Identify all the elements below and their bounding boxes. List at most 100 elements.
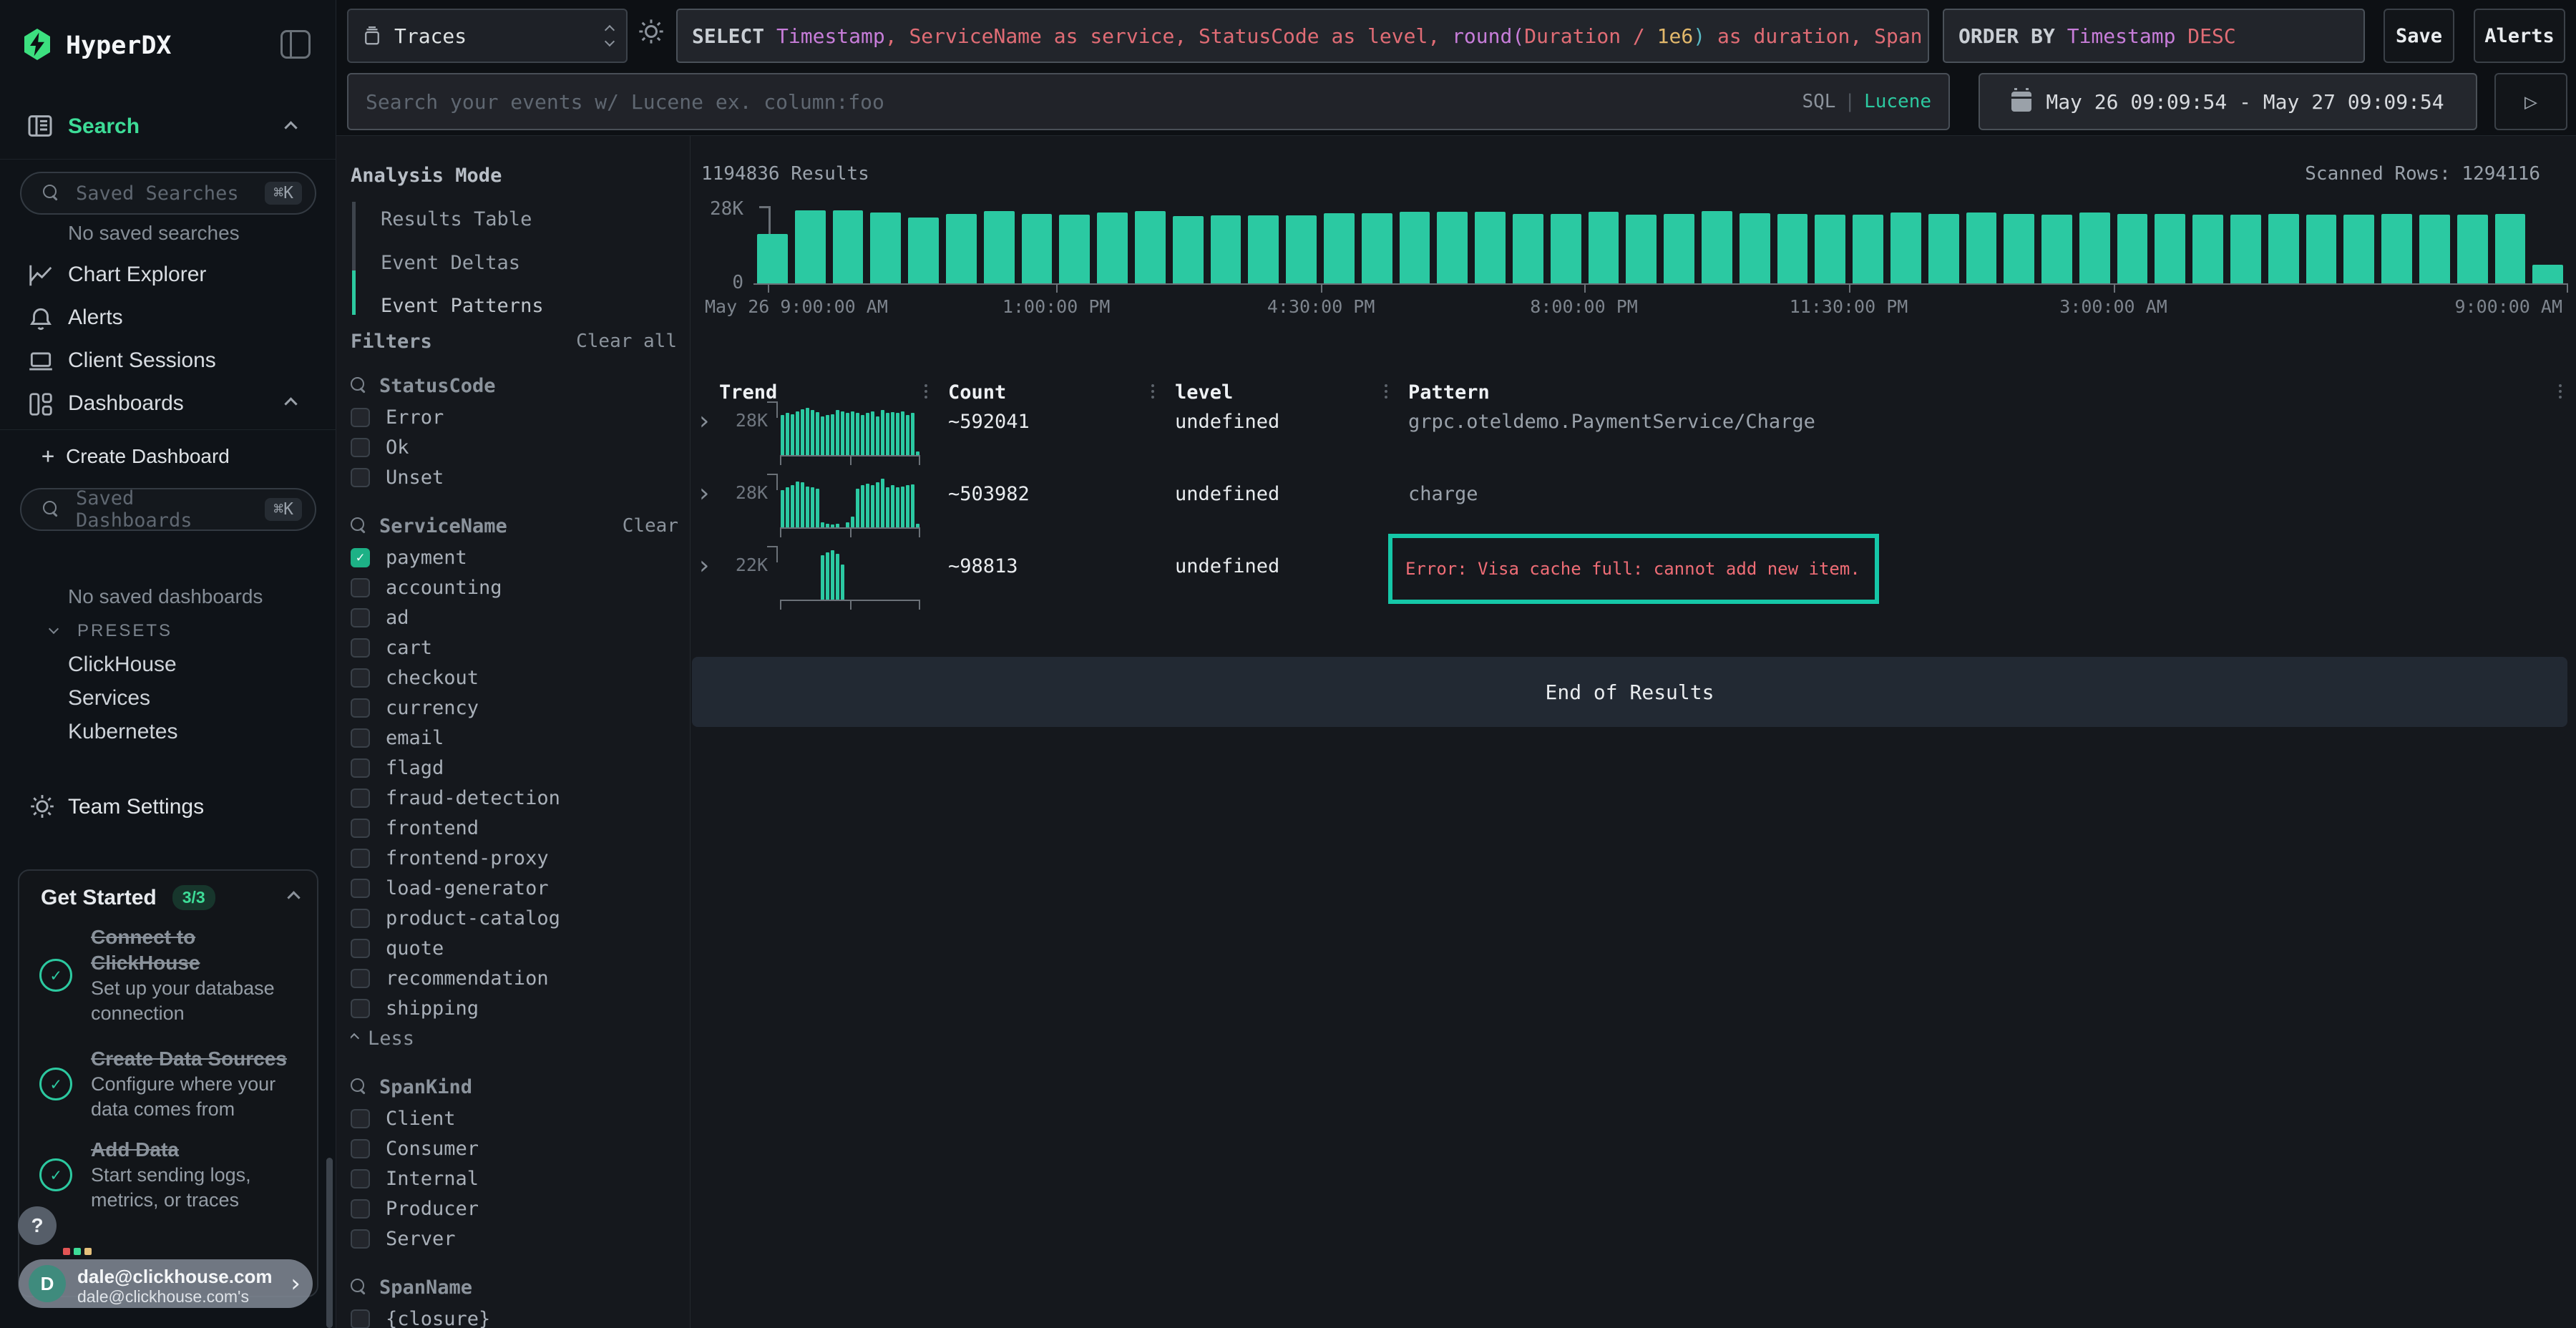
- chevron-up-icon[interactable]: [284, 121, 297, 134]
- filter-option[interactable]: recommendation: [351, 963, 678, 993]
- filter-option[interactable]: quote: [351, 933, 678, 963]
- filter-option[interactable]: checkout: [351, 663, 678, 693]
- get-started-item[interactable]: ✓ Add Data Start sending logs, metrics, …: [39, 1137, 304, 1213]
- checkbox[interactable]: [351, 578, 370, 597]
- table-row[interactable]: ›28K~592041undefinedgrpc.oteldemo.Paymen…: [691, 401, 2576, 472]
- filter-option[interactable]: payment: [351, 542, 678, 572]
- checkbox[interactable]: [351, 819, 370, 838]
- run-query-button[interactable]: ▷: [2494, 73, 2567, 130]
- filter-option[interactable]: load-generator: [351, 873, 678, 903]
- filter-option[interactable]: fraud-detection: [351, 783, 678, 813]
- gear-icon[interactable]: [637, 17, 665, 46]
- checkbox[interactable]: [351, 608, 370, 628]
- clear-filter-link[interactable]: Clear: [623, 515, 678, 537]
- checkbox[interactable]: [351, 879, 370, 898]
- filter-option[interactable]: frontend: [351, 813, 678, 843]
- expand-row-icon[interactable]: ›: [696, 551, 712, 580]
- table-menu-icon[interactable]: [2559, 384, 2562, 399]
- checkbox[interactable]: [351, 999, 370, 1018]
- sidebar-item-dashboards[interactable]: Dashboards: [68, 391, 184, 416]
- filter-option[interactable]: Ok: [351, 432, 678, 462]
- preset-services[interactable]: Services: [68, 686, 150, 711]
- checkbox[interactable]: [351, 1199, 370, 1219]
- filter-option[interactable]: Unset: [351, 462, 678, 492]
- filter-option[interactable]: Internal: [351, 1163, 678, 1193]
- get-started-item[interactable]: ✓ Create Data Sources Configure where yo…: [39, 1046, 304, 1122]
- order-by-editor[interactable]: ORDER BY Timestamp DESC: [1943, 9, 2365, 63]
- saved-dashboards-input[interactable]: Saved Dashboards ⌘K: [20, 488, 316, 531]
- sidebar-item-client-sessions[interactable]: Client Sessions: [68, 348, 216, 373]
- filter-option[interactable]: shipping: [351, 993, 678, 1023]
- checkbox[interactable]: [351, 1109, 370, 1128]
- search-input[interactable]: [366, 90, 1787, 114]
- checkbox[interactable]: [351, 468, 370, 487]
- mode-event-patterns[interactable]: Event Patterns: [381, 293, 544, 319]
- checkbox[interactable]: [351, 788, 370, 808]
- filter-option[interactable]: Producer: [351, 1193, 678, 1224]
- get-started-item[interactable]: ✓ Connect to ClickHouse Set up your data…: [39, 924, 304, 1026]
- highlighted-pattern[interactable]: Error: Visa cache full: cannot add new i…: [1388, 534, 1879, 604]
- save-button[interactable]: Save: [2384, 9, 2454, 63]
- filter-option[interactable]: accounting: [351, 572, 678, 602]
- checkbox[interactable]: [351, 548, 370, 567]
- column-menu-icon[interactable]: [1385, 384, 1387, 399]
- date-range-picker[interactable]: May 26 09:09:54 - May 27 09:09:54: [1979, 73, 2477, 130]
- table-row[interactable]: ›22K~98813undefinedError: Visa cache ful…: [691, 545, 2576, 617]
- expand-row-icon[interactable]: ›: [696, 406, 712, 436]
- filter-option[interactable]: currency: [351, 693, 678, 723]
- preset-kubernetes[interactable]: Kubernetes: [68, 720, 177, 744]
- user-account-button[interactable]: D dale@clickhouse.com dale@clickhouse.co…: [19, 1259, 313, 1308]
- create-dashboard-button[interactable]: + Create Dashboard: [42, 444, 230, 469]
- filter-option[interactable]: cart: [351, 633, 678, 663]
- checkbox[interactable]: [351, 1169, 370, 1188]
- presets-section-label[interactable]: PRESETS: [77, 621, 172, 641]
- sql-select-editor[interactable]: SELECT Timestamp, ServiceName as service…: [676, 9, 1929, 63]
- checkbox[interactable]: [351, 728, 370, 748]
- checkbox[interactable]: [351, 909, 370, 928]
- alerts-button[interactable]: Alerts: [2474, 9, 2565, 63]
- filter-option[interactable]: flagd: [351, 753, 678, 783]
- show-less-toggle[interactable]: Less: [351, 1023, 678, 1053]
- checkbox[interactable]: [351, 1309, 370, 1328]
- chevron-up-icon[interactable]: [287, 891, 300, 904]
- checkbox[interactable]: [351, 849, 370, 868]
- checkbox[interactable]: [351, 758, 370, 778]
- sql-mode-toggle[interactable]: SQL: [1802, 91, 1835, 112]
- expand-row-icon[interactable]: ›: [696, 479, 712, 508]
- lucene-mode-toggle[interactable]: Lucene: [1864, 91, 1931, 112]
- clear-all-filters-link[interactable]: Clear all: [576, 331, 677, 353]
- source-select[interactable]: Traces: [347, 9, 628, 63]
- mode-event-deltas[interactable]: Event Deltas: [381, 250, 520, 276]
- filter-option[interactable]: ad: [351, 602, 678, 633]
- help-button[interactable]: ?: [18, 1206, 57, 1245]
- column-menu-icon[interactable]: [1151, 384, 1154, 399]
- saved-searches-input[interactable]: Saved Searches ⌘K: [20, 172, 316, 215]
- checkbox[interactable]: [351, 698, 370, 718]
- column-menu-icon[interactable]: [924, 384, 927, 399]
- checkbox[interactable]: [351, 638, 370, 658]
- sidebar-item-chart-explorer[interactable]: Chart Explorer: [68, 263, 206, 287]
- checkbox[interactable]: [351, 438, 370, 457]
- filter-option[interactable]: Client: [351, 1103, 678, 1133]
- checkbox[interactable]: [351, 1139, 370, 1158]
- filter-option[interactable]: product-catalog: [351, 903, 678, 933]
- checkbox[interactable]: [351, 939, 370, 958]
- filter-option[interactable]: frontend-proxy: [351, 843, 678, 873]
- filter-option[interactable]: Error: [351, 402, 678, 432]
- checkbox[interactable]: [351, 408, 370, 427]
- sidebar-item-alerts[interactable]: Alerts: [68, 306, 123, 330]
- checkbox[interactable]: [351, 668, 370, 688]
- mode-results-table[interactable]: Results Table: [381, 207, 532, 233]
- chevron-up-icon[interactable]: [284, 397, 297, 410]
- filter-option[interactable]: Consumer: [351, 1133, 678, 1163]
- filter-option[interactable]: email: [351, 723, 678, 753]
- sidebar-item-search[interactable]: Search: [68, 114, 140, 139]
- sidebar-scrollbar[interactable]: [326, 1158, 333, 1328]
- filter-option[interactable]: Server: [351, 1224, 678, 1254]
- sidebar-item-team-settings[interactable]: Team Settings: [68, 795, 204, 819]
- checkbox[interactable]: [351, 969, 370, 988]
- collapse-sidebar-icon[interactable]: [280, 30, 311, 59]
- checkbox[interactable]: [351, 1229, 370, 1249]
- filter-option[interactable]: {closure}: [351, 1304, 678, 1328]
- preset-clickhouse[interactable]: ClickHouse: [68, 653, 177, 677]
